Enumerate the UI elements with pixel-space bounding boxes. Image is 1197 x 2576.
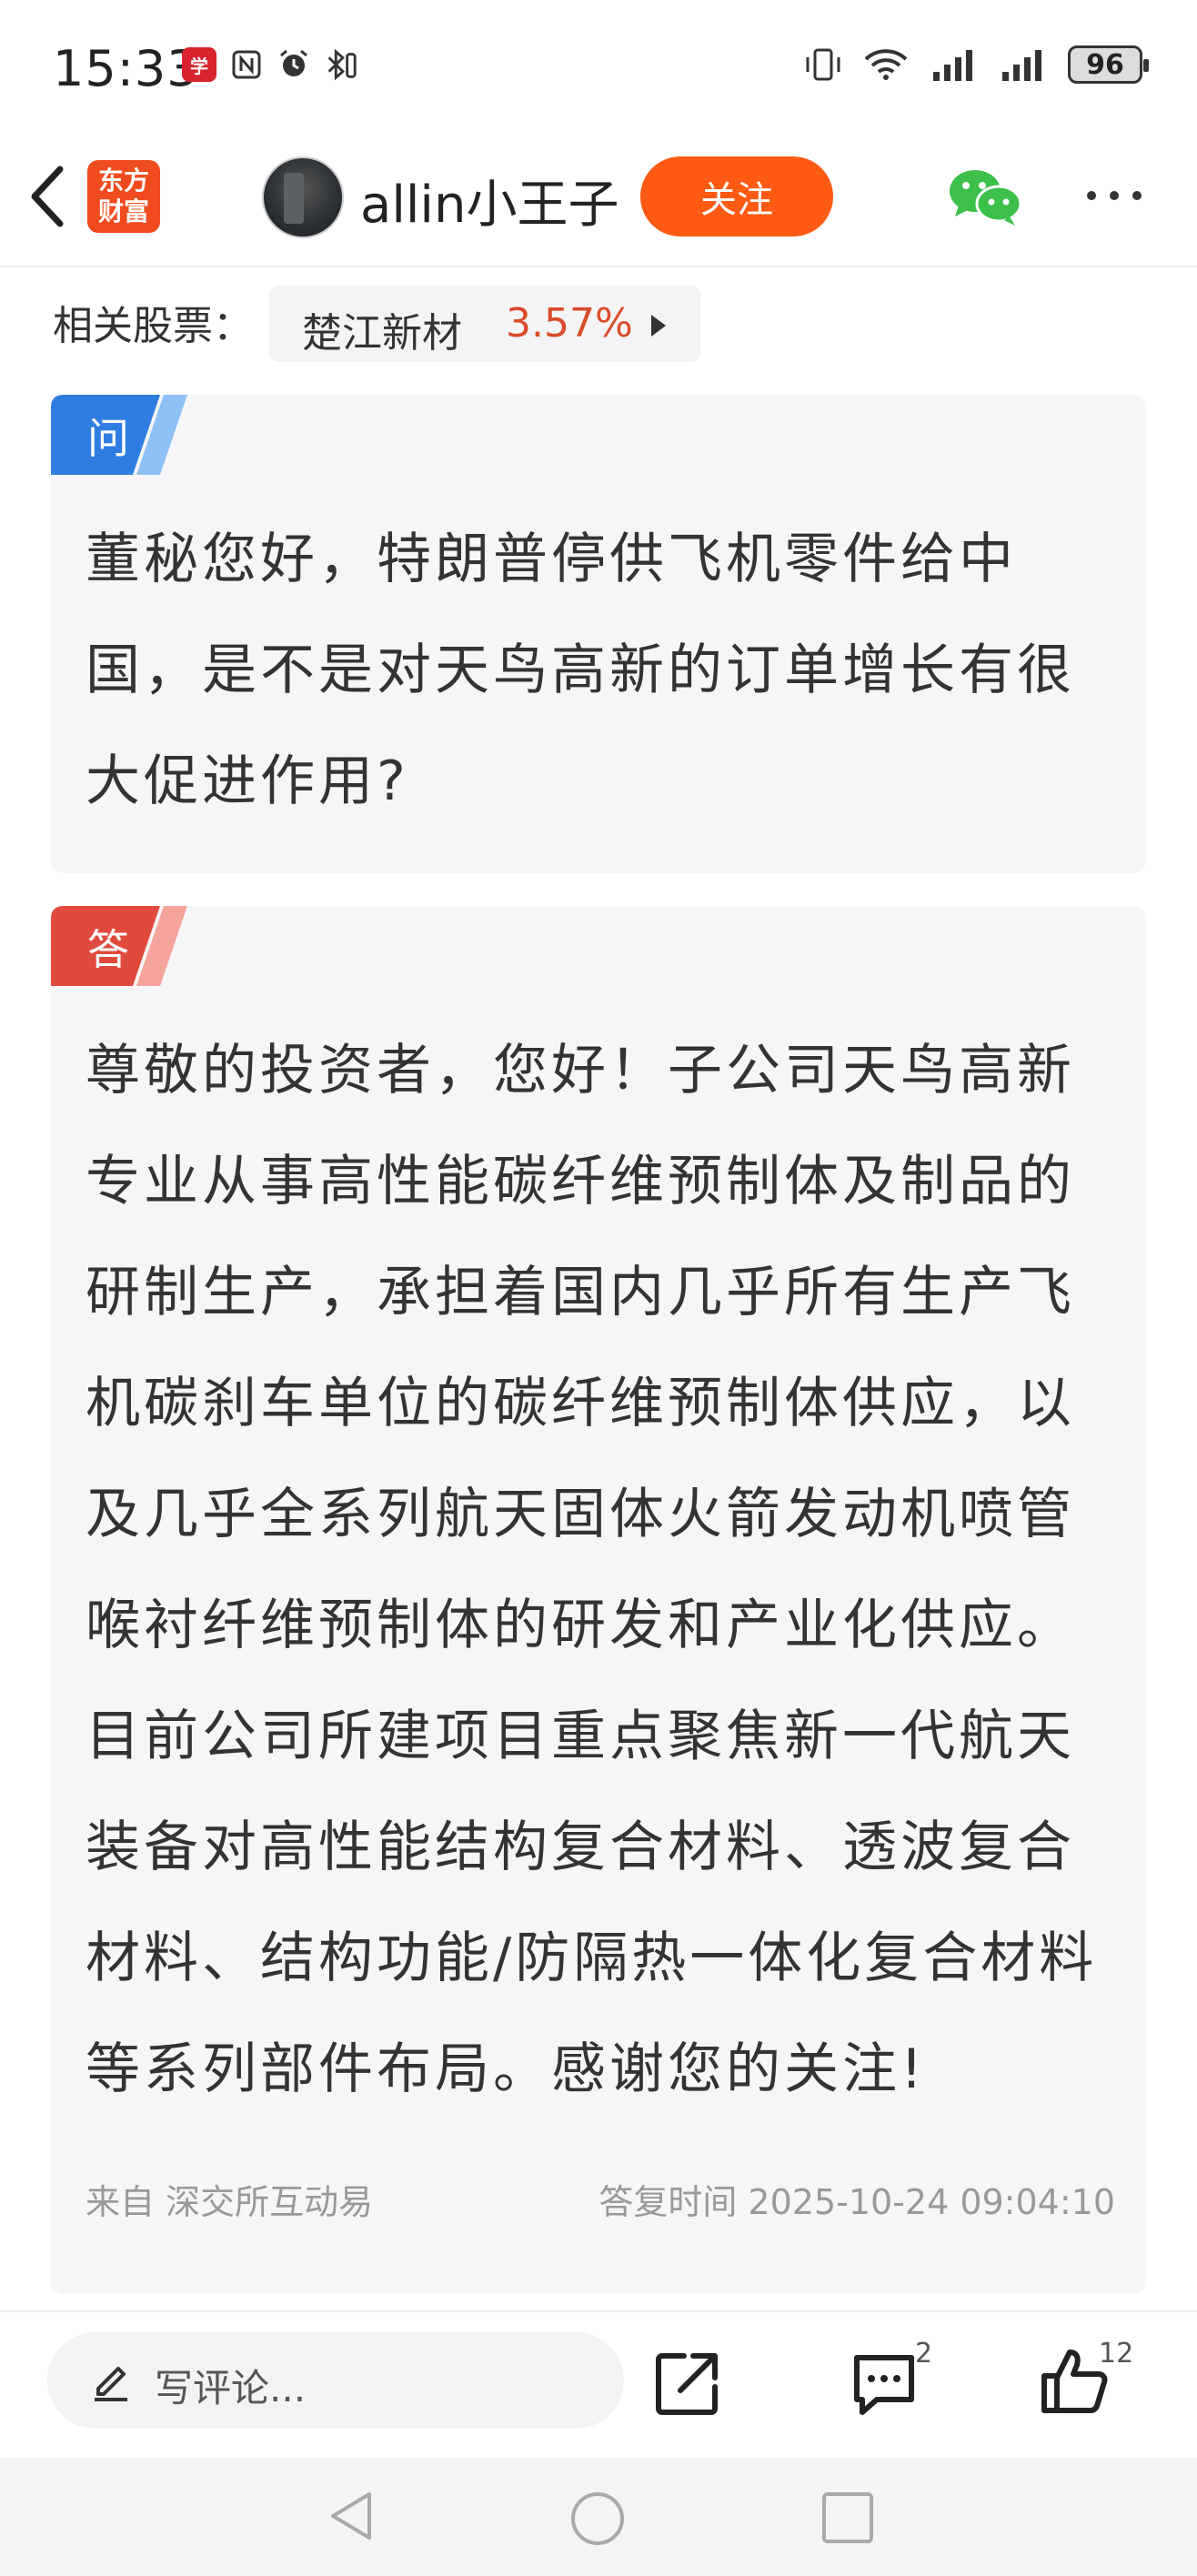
status-left-icons: 学 (182, 47, 358, 82)
status-time: 15:33 (53, 40, 199, 97)
battery-indicator: 96 (1068, 45, 1149, 84)
stock-change: 3.57% (506, 300, 633, 347)
related-stock-label: 相关股票： (53, 303, 253, 349)
wechat-share-button[interactable] (946, 166, 1024, 227)
vibrate-icon (806, 48, 840, 81)
comment-count: 2 (915, 2338, 933, 2370)
nfc-icon (229, 47, 264, 82)
answer-source: 来自 深交所互动易 (86, 2182, 374, 2222)
bottom-divider (0, 2310, 1197, 2312)
avatar[interactable] (262, 156, 344, 238)
pencil-icon (91, 2358, 131, 2403)
comment-input[interactable] (47, 2332, 624, 2429)
back-icon (31, 166, 64, 227)
reply-time: 答复时间 2025-10-24 09:04:10 (598, 2182, 1115, 2222)
brand-line1: 东方 (97, 166, 149, 196)
more-button[interactable] (1082, 182, 1146, 209)
answer-text: 尊敬的投资者，您好！子公司天鸟高新专业从事高性能碳纤维预制体及制品的研制生产，承… (86, 1039, 1098, 2101)
comment-button[interactable] (850, 2350, 919, 2420)
nav-home-button[interactable] (571, 2492, 624, 2545)
wifi-icon (864, 49, 908, 80)
signal-icon (933, 50, 972, 81)
alarm-icon (277, 47, 311, 82)
status-right-icons: 96 (804, 45, 1149, 84)
signal-icon (1002, 50, 1041, 81)
like-count: 12 (1099, 2338, 1134, 2370)
back-button[interactable] (25, 162, 71, 231)
nav-back-button[interactable] (326, 2489, 380, 2543)
caret-right-icon (651, 315, 666, 337)
comment-placeholder[interactable]: 写评论... (155, 2358, 306, 2413)
answer-tag-label: 答 (87, 925, 129, 974)
wechat-icon (950, 170, 1022, 226)
brand-logo[interactable]: 东方 财富 (87, 160, 160, 233)
question-tag-label: 问 (87, 414, 129, 463)
more-icon (1087, 191, 1142, 200)
share-icon (656, 2353, 718, 2415)
username[interactable]: allin小王子 (360, 164, 619, 237)
app-badge-icon: 学 (182, 47, 216, 82)
question-text: 董秘您好，特朗普停供飞机零件给中国，是不是对天鸟高新的订单增长有很大促进作用? (86, 528, 1075, 813)
follow-button[interactable]: 关注 (640, 156, 833, 236)
nav-recents-button[interactable] (822, 2492, 873, 2543)
triangle-back-icon (331, 2492, 371, 2540)
comment-icon (854, 2355, 914, 2415)
brand-line2: 财富 (97, 196, 149, 226)
question-tag: 问 (51, 395, 195, 475)
share-button[interactable] (653, 2349, 722, 2418)
answer-tag: 答 (51, 906, 195, 986)
bluetooth-icon (324, 47, 358, 82)
stock-name[interactable]: 楚江新材 (302, 300, 462, 358)
header-divider (0, 266, 1197, 267)
